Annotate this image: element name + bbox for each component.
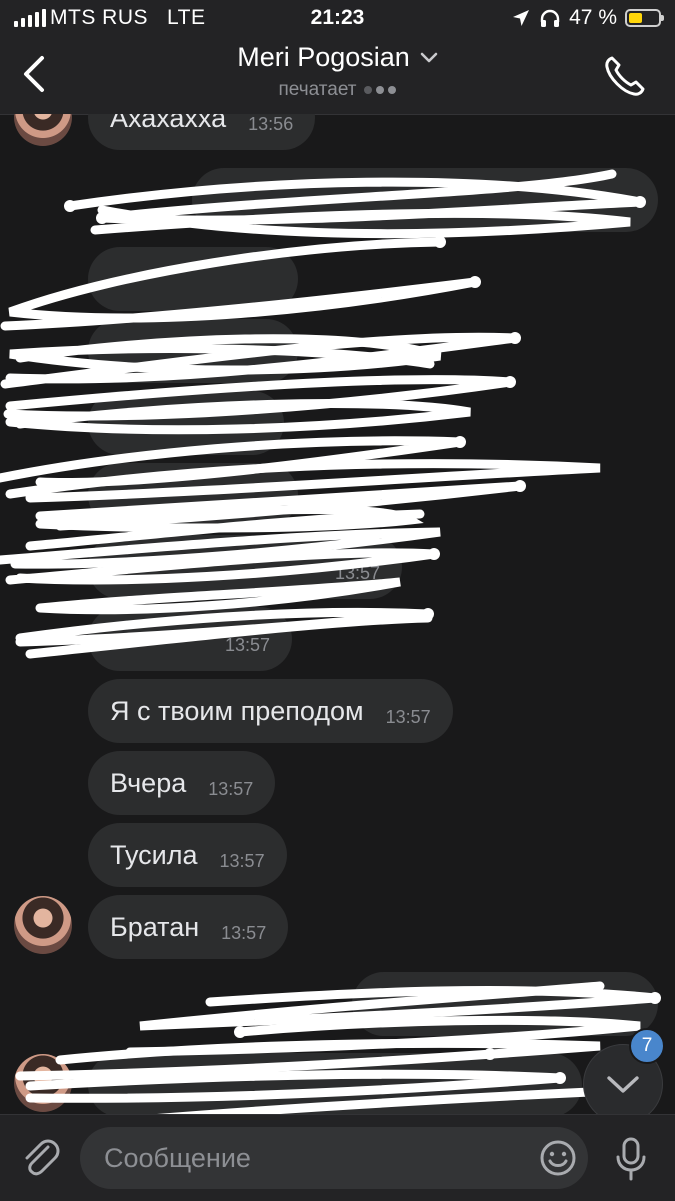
- avatar[interactable]: [14, 114, 72, 146]
- message-time: 13:57: [334, 562, 380, 583]
- avatar[interactable]: [14, 1054, 72, 1112]
- attach-button[interactable]: [18, 1135, 62, 1179]
- message-input[interactable]: [102, 1141, 506, 1175]
- message-text: Вчера: [110, 767, 187, 798]
- message-time: 13:57: [385, 706, 431, 727]
- message-bubble[interactable]: Братан 13:57: [88, 895, 289, 959]
- message-time: 13:57: [219, 850, 265, 871]
- message-bubble-obscured[interactable]: [88, 319, 298, 383]
- status-right: 47 %: [511, 6, 664, 30]
- status-bar: MTS RUS LTE 21:23 47 %: [0, 0, 675, 36]
- message-list[interactable]: Ахахахха 13:56 13:57 13:57 Я с твоим пре…: [0, 114, 675, 1114]
- peer-status: печатает: [0, 79, 675, 101]
- message-bubble-obscured[interactable]: [352, 972, 658, 1036]
- message-bubble[interactable]: Я с твоим преподом 13:57: [88, 679, 453, 743]
- peer-name-row[interactable]: Meri Pogosian: [237, 42, 438, 73]
- message-time: 13:57: [208, 778, 254, 799]
- message-bubble[interactable]: Ахахахха 13:56: [88, 114, 316, 150]
- microphone-icon: [616, 1137, 646, 1181]
- unread-count-badge: 7: [629, 1028, 665, 1064]
- smiley-icon: [540, 1140, 576, 1176]
- message-text: Ахахахха: [110, 114, 227, 133]
- message-bubble[interactable]: Вчера 13:57: [88, 751, 276, 815]
- paperclip-icon: [25, 1139, 60, 1176]
- call-button[interactable]: [601, 52, 649, 100]
- message-bubble-obscured[interactable]: [88, 247, 298, 311]
- message-bubble[interactable]: Тусила 13:57: [88, 823, 287, 887]
- message-time: 13:56: [248, 114, 294, 134]
- message-time: 13:57: [224, 634, 270, 655]
- typing-status: печатает: [278, 79, 357, 100]
- message-text: Братан: [110, 911, 200, 942]
- location-arrow-icon: [513, 10, 530, 26]
- message-bubble-obscured[interactable]: [88, 1053, 582, 1114]
- message-composer: [0, 1114, 675, 1201]
- message-text: Тусила: [110, 839, 198, 870]
- battery-percent: 47 %: [569, 6, 617, 29]
- message-bubble-obscured[interactable]: [88, 463, 298, 527]
- phone-icon: [605, 56, 645, 96]
- message-bubble-obscured[interactable]: 13:57: [88, 535, 402, 599]
- chat-peer[interactable]: Meri Pogosian печатает: [0, 42, 675, 101]
- headphones-icon: [540, 9, 560, 27]
- message-bubble-obscured[interactable]: 13:57: [88, 607, 292, 671]
- message-bubble-obscured[interactable]: [192, 168, 658, 232]
- typing-dots-icon: [364, 86, 397, 94]
- battery-fill: [629, 13, 643, 23]
- peer-name: Meri Pogosian: [237, 42, 410, 72]
- top-bar: MTS RUS LTE 21:23 47 % Meri Pogosian печ…: [0, 0, 675, 115]
- message-text: Я с твоим преподом: [110, 695, 364, 726]
- emoji-button[interactable]: [538, 1138, 578, 1178]
- message-input-box[interactable]: [80, 1127, 588, 1189]
- chevron-down-icon: [420, 52, 438, 62]
- voice-message-button[interactable]: [613, 1135, 649, 1183]
- message-time: 13:57: [221, 922, 267, 943]
- battery-icon: [625, 9, 664, 27]
- message-bubble-obscured[interactable]: [88, 391, 284, 455]
- avatar[interactable]: [14, 896, 72, 954]
